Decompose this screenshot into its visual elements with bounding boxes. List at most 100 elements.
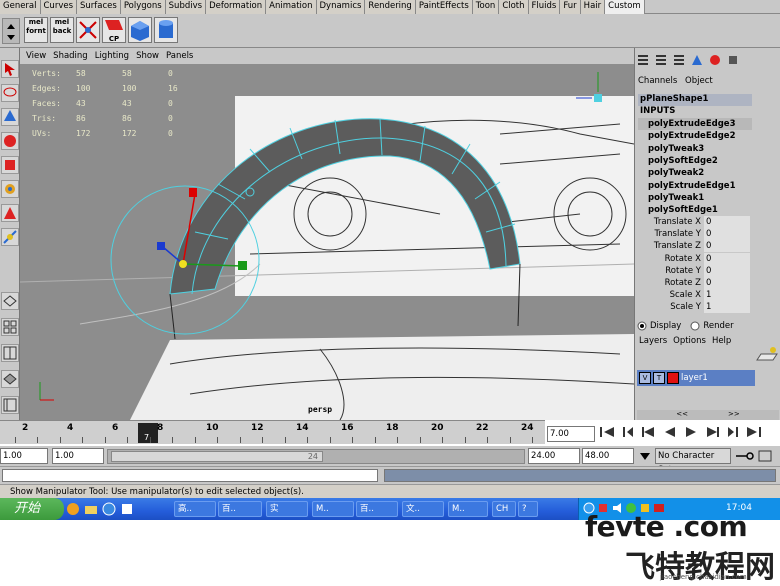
show-manipulator-tool[interactable] [1,228,19,246]
viewport-menu-shading[interactable]: Shading [53,48,88,64]
shelf-tab-deformation[interactable]: Deformation [206,0,267,14]
input-node[interactable]: polyTweak2 [638,167,752,179]
office-icon[interactable] [120,502,134,516]
selected-node-name[interactable]: pPlaneShape1 [638,94,752,106]
input-node[interactable]: polyTweak3 [638,143,752,155]
attribute-value[interactable]: 1 [704,289,750,302]
shelf-tab-polygons[interactable]: Polygons [120,0,166,14]
animation-start-field[interactable]: 1.00 [0,448,48,464]
layer-color-swatch[interactable] [667,372,679,384]
layer-visibility-toggle[interactable]: V [639,372,651,384]
layout-outliner[interactable] [1,396,19,414]
menu-object[interactable]: Object [685,76,713,86]
layer-template-toggle[interactable]: T [653,372,665,384]
move-tool[interactable] [1,108,19,126]
layout-four[interactable] [1,318,19,336]
taskbar-task[interactable]: 文.. [402,501,444,517]
step-back-frame-icon[interactable] [640,424,658,440]
layout-persp[interactable] [1,370,19,388]
channel-attribute[interactable]: Scale Y1 [638,301,752,314]
channel-attribute[interactable]: Scale X1 [638,289,752,302]
layout-two[interactable] [1,344,19,362]
shelf-tab-curves[interactable]: Curves [40,0,78,14]
taskbar-task[interactable]: CH [492,501,516,517]
taskbar-task[interactable]: 实 [266,501,308,517]
mel-front-button[interactable]: mel fornt [24,17,48,43]
shelf-tab-toon[interactable]: Toon [472,0,500,14]
range-slider[interactable]: 24 [107,449,525,464]
mel-back-button[interactable]: mel back [50,17,74,43]
attribute-value[interactable]: 0 [704,252,750,265]
channel-attribute[interactable]: Translate Y0 [638,228,752,241]
input-node[interactable]: polyTweak1 [638,192,752,204]
shelf-tab-subdivs[interactable]: Subdivs [165,0,207,14]
attribute-value[interactable]: 1 [704,301,750,314]
playback-end-field[interactable]: 24.00 [528,448,580,464]
shelf-tab-painteffects[interactable]: PaintEffects [415,0,473,14]
folder-icon[interactable] [84,502,98,516]
input-node[interactable]: polyExtrudeEdge2 [638,130,752,142]
media-player-icon[interactable] [66,502,80,516]
layout-single[interactable] [1,292,19,310]
rotate-tool[interactable] [1,132,19,150]
step-forward-frame-icon[interactable] [703,424,721,440]
viewport-menu-panels[interactable]: Panels [166,48,193,64]
attribute-value[interactable]: 0 [704,240,750,253]
manipulator-z-handle[interactable] [157,242,165,250]
layer-name[interactable]: layer1 [681,373,708,383]
menu-layers[interactable]: Layers [639,336,667,346]
select-tool[interactable] [1,60,19,78]
manipulator-center[interactable] [179,260,187,268]
paint-icon[interactable] [709,54,721,66]
manipulator-y-handle[interactable] [189,188,197,197]
new-layer-button[interactable] [755,344,779,366]
viewport-menu-show[interactable]: Show [136,48,159,64]
channel-attribute[interactable]: Rotate X0 [638,252,752,265]
layer-scrollbar[interactable]: << >> [637,410,779,420]
step-back-key-icon[interactable] [619,424,637,440]
preferences-icon[interactable] [758,450,772,462]
current-time-field[interactable]: 7.00 [547,426,595,442]
range-slider-handle[interactable]: 24 [111,451,323,462]
list-icon[interactable] [673,54,685,66]
character-set-field[interactable]: No Character Set [655,448,731,475]
current-frame-marker[interactable]: 7 [138,423,158,443]
step-forward-key-icon[interactable] [724,424,742,440]
shelf-tab-animation[interactable]: Animation [266,0,317,14]
attribute-value[interactable]: 0 [704,216,750,228]
shelf-tab-fur[interactable]: Fur [560,0,581,14]
input-node[interactable]: polyExtrudeEdge1 [638,180,752,192]
shelf-tab-dynamics[interactable]: Dynamics [316,0,366,14]
browser-icon[interactable] [102,502,116,516]
attribute-editor-icon[interactable] [691,54,703,66]
play-backward-icon[interactable] [661,424,679,440]
manipulator-tool[interactable] [1,180,19,198]
go-to-start-icon[interactable] [598,424,616,440]
taskbar-task[interactable]: 百.. [356,501,398,517]
time-slider[interactable]: 7 2 4 6 8 10 12 14 16 18 20 22 24 [0,420,545,444]
menu-channels[interactable]: Channels [638,76,677,86]
menu-options[interactable]: Options [673,336,706,346]
manipulator-x-handle[interactable] [238,261,247,270]
channel-attribute[interactable]: Translate Z0 [638,240,752,253]
channel-attribute[interactable]: Translate X0 [638,216,752,228]
key-icon[interactable] [734,450,756,462]
channel-attribute[interactable]: Rotate Y0 [638,264,752,277]
shelf-tab-cloth[interactable]: Cloth [499,0,529,14]
start-button[interactable]: 开始 [0,498,64,520]
xyz-node-button[interactable] [76,17,100,43]
character-set-dropdown-icon[interactable] [638,450,652,462]
attribute-value[interactable]: 0 [704,277,750,289]
soft-mod-tool[interactable] [1,204,19,222]
scale-tool[interactable] [1,156,19,174]
taskbar-task[interactable]: 百.. [218,501,262,517]
shelf-tab-fluids[interactable]: Fluids [528,0,561,14]
channel-attribute[interactable]: Rotate Z0 [638,277,752,289]
taskbar-task[interactable]: ? [518,501,538,517]
lasso-tool[interactable] [1,84,19,102]
input-node[interactable]: polySoftEdge1 [638,204,752,216]
shelf-tab-custom[interactable]: Custom [605,0,645,14]
viewport-menu-view[interactable]: View [26,48,46,64]
list-icon[interactable] [637,54,649,66]
taskbar-task[interactable]: M.. [448,501,488,517]
